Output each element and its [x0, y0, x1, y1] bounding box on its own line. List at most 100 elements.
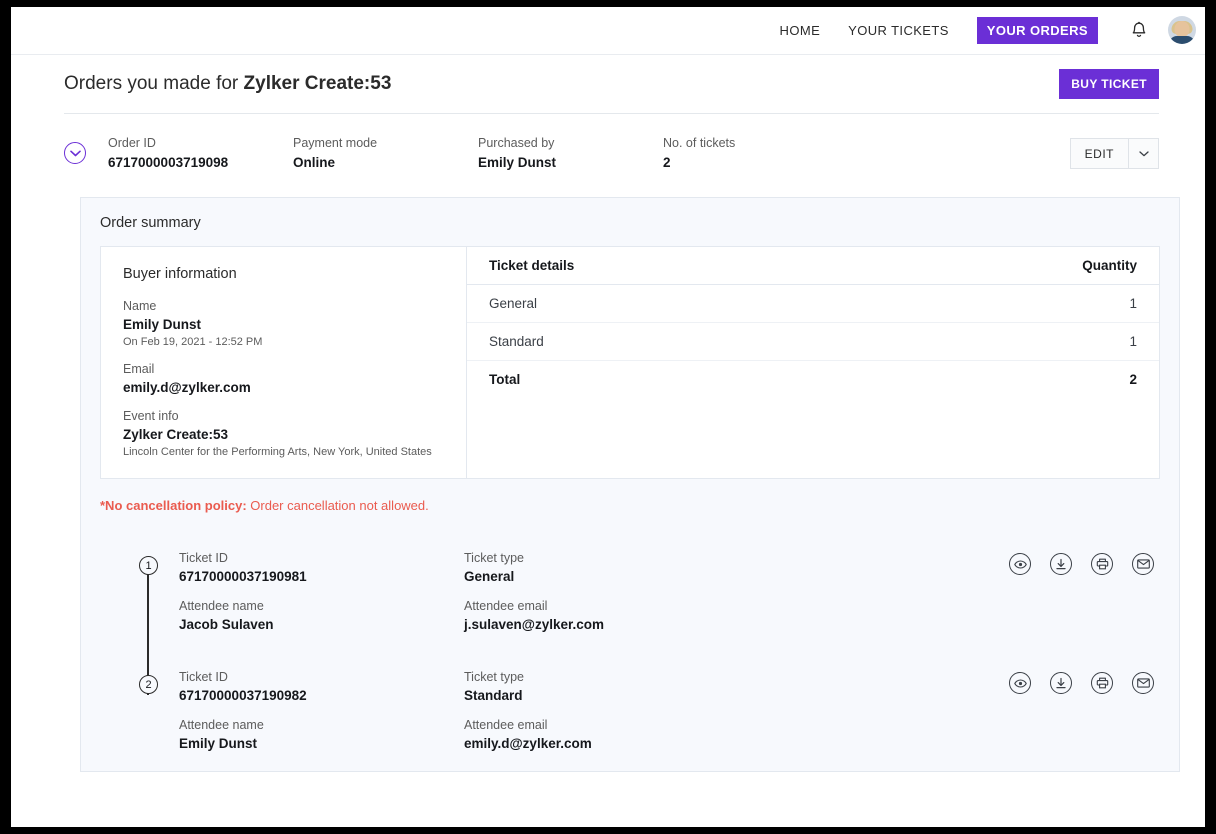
attendee-name-block: Attendee name Jacob Sulaven — [179, 599, 464, 632]
order-summary-panel: Order summary Buyer information Name Emi… — [80, 197, 1180, 772]
purchased-by-value: Emily Dunst — [478, 155, 557, 170]
ticket-type-value: Standard — [464, 688, 523, 703]
list-item: 2 Ticket ID 67170000037190982 Attendee n… — [139, 670, 1160, 751]
ticket-actions — [1009, 670, 1160, 751]
ticket-right-column: Ticket type Standard Attendee email emil… — [464, 670, 749, 751]
buyer-name-label: Name — [123, 299, 157, 313]
ticket-type-label: Ticket type — [464, 670, 524, 684]
avatar-shirt — [1169, 36, 1195, 44]
page-title: Orders you made for Zylker Create:53 — [64, 73, 391, 95]
buyer-information-heading: Buyer information — [123, 266, 237, 282]
ticket-fields: Ticket ID 67170000037190982 Attendee nam… — [179, 670, 1160, 751]
ticket-left-column: Ticket ID 67170000037190981 Attendee nam… — [179, 551, 464, 632]
buyer-purchase-date: On Feb 19, 2021 - 12:52 PM — [123, 336, 263, 348]
payment-mode-value: Online — [293, 155, 336, 170]
event-info-label: Event info — [123, 409, 179, 423]
buyer-name-value: Emily Dunst — [123, 317, 202, 332]
ticket-type-value: General — [464, 569, 515, 584]
nav-item-your-tickets[interactable]: YOUR TICKETS — [848, 23, 949, 38]
list-item: 1 Ticket ID 67170000037190981 Attendee n… — [139, 551, 1160, 632]
ticket-row-name: General — [467, 284, 860, 323]
cancellation-policy-bold: *No cancellation policy: — [100, 498, 247, 513]
attendee-email-block: Attendee email emily.d@zylker.com — [464, 718, 749, 751]
attendee-name-block: Attendee name Emily Dunst — [179, 718, 464, 751]
email-ticket-icon[interactable] — [1132, 672, 1154, 694]
ticket-type-label: Ticket type — [464, 551, 524, 565]
download-ticket-icon[interactable] — [1050, 672, 1072, 694]
event-venue: Lincoln Center for the Performing Arts, … — [123, 446, 432, 458]
user-avatar[interactable] — [1168, 16, 1196, 44]
nav-item-home[interactable]: HOME — [780, 23, 821, 38]
buyer-event-block: Event info Zylker Create:53 Lincoln Cent… — [123, 409, 444, 458]
page-header: Orders you made for Zylker Create:53 BUY… — [11, 55, 1205, 113]
ticket-details-table: Ticket details Quantity General 1 Standa… — [467, 247, 1159, 398]
order-summary-card: Buyer information Name Emily Dunst On Fe… — [100, 246, 1160, 479]
buyer-name-block: Name Emily Dunst On Feb 19, 2021 - 12:52… — [123, 299, 444, 348]
ticket-id-value: 67170000037190981 — [179, 569, 307, 584]
buyer-information-section: Buyer information Name Emily Dunst On Fe… — [101, 247, 467, 478]
download-ticket-icon[interactable] — [1050, 553, 1072, 575]
ticket-actions — [1009, 551, 1160, 632]
attendee-email-label: Attendee email — [464, 718, 548, 732]
ticket-fields: Ticket ID 67170000037190981 Attendee nam… — [179, 551, 1160, 632]
ticket-id-value: 67170000037190982 — [179, 688, 307, 703]
page-title-event: Zylker Create:53 — [243, 73, 392, 94]
ticket-id-label: Ticket ID — [179, 551, 228, 565]
attendee-name-value: Emily Dunst — [179, 736, 258, 751]
ticket-id-block: Ticket ID 67170000037190981 — [179, 551, 464, 584]
ticket-id-label: Ticket ID — [179, 670, 228, 684]
no-of-tickets-value: 2 — [663, 155, 671, 170]
ticket-index-badge: 2 — [139, 675, 158, 694]
column-header-quantity: Quantity — [859, 247, 1159, 285]
ticket-right-column: Ticket type General Attendee email j.sul… — [464, 551, 749, 632]
order-field-purchased-by: Purchased by Emily Dunst — [478, 136, 663, 170]
table-row: Standard 1 — [467, 322, 1159, 361]
attendee-email-value: j.sulaven@zylker.com — [464, 617, 604, 632]
order-field-payment-mode: Payment mode Online — [293, 136, 478, 170]
purchased-by-label: Purchased by — [478, 136, 555, 150]
page-title-prefix: Orders you made for — [64, 73, 244, 94]
email-ticket-icon[interactable] — [1132, 553, 1154, 575]
table-header-row: Ticket details Quantity — [467, 247, 1159, 285]
attendee-email-block: Attendee email j.sulaven@zylker.com — [464, 599, 749, 632]
nav-item-your-orders[interactable]: YOUR ORDERS — [976, 16, 1098, 44]
edit-button[interactable]: EDIT — [1070, 139, 1128, 168]
print-ticket-icon[interactable] — [1091, 553, 1113, 575]
total-quantity: 2 — [859, 360, 1159, 398]
cancellation-policy-text: Order cancellation not allowed. — [246, 498, 429, 513]
attendee-name-label: Attendee name — [179, 599, 264, 613]
buy-ticket-button[interactable]: BUY TICKET — [1059, 69, 1159, 99]
column-header-ticket-details: Ticket details — [467, 247, 860, 285]
ticket-id-block: Ticket ID 67170000037190982 — [179, 670, 464, 703]
edit-dropdown-chevron-down-icon[interactable] — [1128, 139, 1158, 168]
app-window: HOME YOUR TICKETS YOUR ORDERS Orders you… — [11, 7, 1205, 827]
ticket-row-qty: 1 — [859, 284, 1159, 323]
buyer-email-value: emily.d@zylker.com — [123, 380, 251, 395]
no-of-tickets-label: No. of tickets — [663, 136, 736, 150]
ticket-left-column: Ticket ID 67170000037190982 Attendee nam… — [179, 670, 464, 751]
view-ticket-icon[interactable] — [1009, 553, 1031, 575]
table-total-row: Total 2 — [467, 360, 1159, 398]
ticket-type-block: Ticket type Standard — [464, 670, 749, 703]
ticket-details-section: Ticket details Quantity General 1 Standa… — [467, 247, 1159, 478]
order-id-label: Order ID — [108, 136, 156, 150]
payment-mode-label: Payment mode — [293, 136, 378, 150]
order-field-order-id: Order ID 6717000003719098 — [108, 136, 293, 170]
order-field-no-of-tickets: No. of tickets 2 — [663, 136, 843, 170]
order-header-row: Order ID 6717000003719098 Payment mode O… — [11, 114, 1205, 170]
cancellation-policy-note: *No cancellation policy: Order cancellat… — [100, 498, 1160, 513]
total-label: Total — [467, 360, 860, 398]
order-fields: Order ID 6717000003719098 Payment mode O… — [108, 136, 1070, 170]
ticket-row-name: Standard — [467, 322, 860, 361]
edit-button-group: EDIT — [1069, 138, 1159, 169]
view-ticket-icon[interactable] — [1009, 672, 1031, 694]
order-summary-title: Order summary — [100, 215, 201, 231]
chevron-down-icon[interactable] — [64, 142, 86, 164]
print-ticket-icon[interactable] — [1091, 672, 1113, 694]
event-info-value: Zylker Create:53 — [123, 427, 229, 442]
ticket-type-block: Ticket type General — [464, 551, 749, 584]
ticket-row-qty: 1 — [859, 322, 1159, 361]
buyer-email-label: Email — [123, 362, 155, 376]
bell-icon[interactable] — [1128, 19, 1150, 41]
top-navigation-bar: HOME YOUR TICKETS YOUR ORDERS — [11, 7, 1205, 54]
